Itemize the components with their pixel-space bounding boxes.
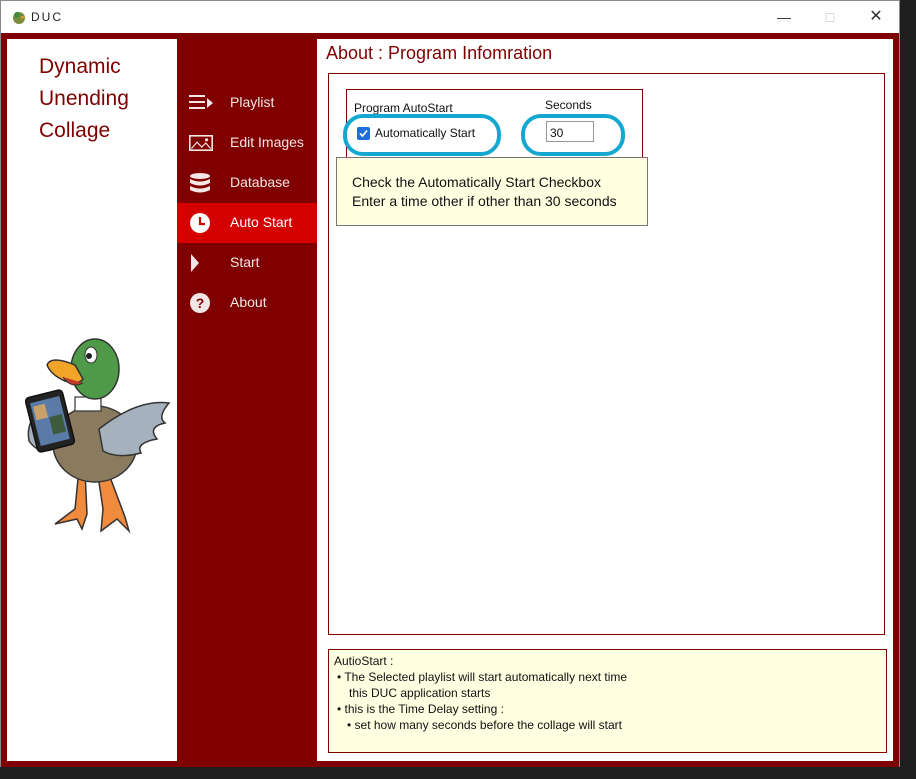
app-logo-icon bbox=[13, 12, 26, 24]
database-icon bbox=[190, 173, 210, 193]
brand-line-3: Collage bbox=[39, 119, 111, 142]
sidebar-item-label: Auto Start bbox=[230, 214, 293, 230]
page-title: About : Program Infomration bbox=[326, 43, 553, 63]
sidebar-item-playlist[interactable]: Playlist bbox=[177, 83, 317, 123]
play-icon bbox=[191, 254, 199, 272]
sidebar-item-edit-images[interactable]: Edit Images bbox=[177, 123, 317, 163]
sidebar-item-start[interactable]: Start bbox=[177, 243, 317, 283]
sidebar-item-database[interactable]: Database bbox=[177, 163, 317, 203]
title-bar[interactable]: DUC — □ ✕ bbox=[1, 1, 899, 33]
sidebar-item-label: Start bbox=[230, 254, 260, 270]
brand-panel: Dynamic Unending Collage bbox=[7, 39, 177, 761]
help-line-3: • this is the Time Delay setting : bbox=[337, 702, 504, 716]
close-button[interactable]: ✕ bbox=[853, 1, 899, 33]
tooltip-line-2: Enter a time other if other than 30 seco… bbox=[352, 193, 617, 209]
tooltip-line-1: Check the Automatically Start Checkbox bbox=[352, 174, 602, 190]
help-line-2: this DUC application starts bbox=[349, 686, 491, 700]
clock-icon bbox=[190, 213, 210, 233]
help-heading: AutioStart : bbox=[334, 654, 394, 668]
sidebar-item-label: Edit Images bbox=[230, 134, 304, 150]
duck-mascot-image bbox=[24, 338, 171, 534]
playlist-icon bbox=[189, 95, 213, 109]
sidebar-item-label: About bbox=[230, 294, 267, 310]
sidebar-item-label: Database bbox=[230, 174, 290, 190]
content-box: Program AutoStart Seconds Automatically … bbox=[328, 73, 885, 635]
seconds-label: Seconds bbox=[545, 98, 592, 112]
help-line-4: • set how many seconds before the collag… bbox=[347, 718, 623, 732]
window-title: DUC bbox=[31, 10, 63, 24]
help-line-1: • The Selected playlist will start autom… bbox=[337, 670, 628, 684]
sidebar-item-auto-start[interactable]: Auto Start bbox=[177, 203, 317, 243]
sidebar-nav: Playlist Edit Images Database Auto Start… bbox=[177, 83, 317, 323]
sidebar-item-about[interactable]: ? About bbox=[177, 283, 317, 323]
sidebar-item-label: Playlist bbox=[230, 94, 275, 110]
help-icon: ? bbox=[190, 293, 210, 313]
help-box: AutioStart : • The Selected playlist wil… bbox=[328, 649, 887, 753]
brand-line-2: Unending bbox=[39, 87, 129, 110]
maximize-button[interactable]: □ bbox=[807, 1, 853, 33]
brand-name: Dynamic Unending Collage bbox=[39, 51, 129, 147]
group-label: Program AutoStart bbox=[354, 101, 453, 115]
seconds-highlight-annotation bbox=[521, 114, 625, 156]
minimize-button[interactable]: — bbox=[761, 1, 807, 33]
checkbox-highlight-annotation bbox=[343, 114, 501, 156]
brand-line-1: Dynamic bbox=[39, 55, 121, 78]
app-window: DUC — □ ✕ Dynamic Unending Collage Playl… bbox=[0, 0, 900, 767]
svg-text:?: ? bbox=[196, 295, 205, 311]
image-icon bbox=[189, 135, 213, 151]
instruction-tooltip: Check the Automatically Start Checkbox E… bbox=[336, 157, 648, 226]
main-panel: About : Program Infomration Program Auto… bbox=[317, 39, 893, 761]
client-area: Dynamic Unending Collage Playlist Edit I… bbox=[1, 33, 899, 767]
